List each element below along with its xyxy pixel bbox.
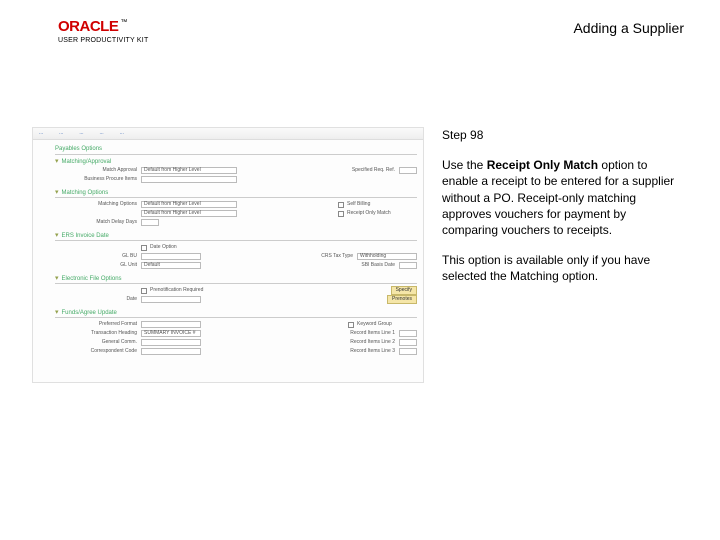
field-label: Prenotification Required [150, 288, 240, 293]
lookup[interactable] [399, 167, 417, 174]
instruction-paragraph: This option is available only if you hav… [442, 252, 684, 284]
dropdown[interactable]: Default [141, 262, 201, 269]
field-label: SBI Basis Date [339, 263, 399, 268]
checkbox[interactable] [338, 202, 344, 208]
dropdown[interactable] [141, 176, 237, 183]
dropdown[interactable]: Withholding [357, 253, 417, 260]
lookup[interactable] [399, 339, 417, 346]
tab-item: ... [120, 131, 124, 136]
checkbox[interactable] [141, 288, 147, 294]
logo: ORACLE ™ USER PRODUCTIVITY KIT [58, 18, 148, 44]
field-label: Preferred Format [55, 322, 141, 327]
section-title: Matching Options [62, 190, 109, 196]
input[interactable]: SUMMARY INVOICE # [141, 330, 201, 337]
field-label: GL BU [55, 254, 141, 259]
instruction-paragraph: Use the Receipt Only Match option to ena… [442, 157, 684, 238]
section-title: Matching/Approval [62, 159, 112, 165]
field-label: Match Approval [55, 168, 141, 173]
field-label: Transaction Heading [55, 331, 141, 336]
field-label: Self Billing [347, 202, 417, 207]
section-title: Payables Options [55, 146, 417, 152]
tab-item: ... [100, 131, 104, 136]
input[interactable] [141, 339, 201, 346]
field-label: Date [55, 297, 141, 302]
dropdown[interactable]: Default from Higher Level [141, 167, 237, 174]
field-label: Record Items Line 1 [339, 331, 399, 336]
app-tabs: ... ... ... ... ... [33, 128, 423, 140]
field-label: General Comm. [55, 340, 141, 345]
dropdown[interactable]: Default from Higher Level [141, 210, 237, 217]
text: Use the [442, 158, 487, 172]
logo-trademark: ™ [120, 19, 127, 26]
logo-subtitle: USER PRODUCTIVITY KIT [58, 37, 148, 44]
instruction-panel: Step 98 Use the Receipt Only Match optio… [442, 127, 684, 383]
section-title: Funds/Agree Update [62, 310, 117, 316]
tab-item: ... [79, 131, 83, 136]
input[interactable] [141, 296, 201, 303]
field-label: Keyword Group [357, 322, 417, 327]
checkbox[interactable] [141, 245, 147, 251]
lookup[interactable] [399, 330, 417, 337]
logo-text: ORACLE [58, 18, 118, 35]
form-body: Payables Options ▾Matching/Approval Matc… [33, 140, 423, 382]
field-label: Record Items Line 2 [339, 340, 399, 345]
page-title: Adding a Supplier [573, 20, 684, 36]
checkbox[interactable] [338, 211, 344, 217]
lookup[interactable] [399, 348, 417, 355]
checkbox[interactable] [348, 322, 354, 328]
dropdown[interactable]: Default from Higher Level [141, 201, 237, 208]
app-screenshot: ... ... ... ... ... Payables Options ▾Ma… [32, 127, 424, 383]
field-label: Date Option [150, 245, 177, 250]
step-label: Step 98 [442, 127, 684, 143]
field-label: Receipt Only Match [347, 211, 417, 216]
dropdown[interactable] [141, 253, 201, 260]
field-label: Matching Options [55, 202, 141, 207]
field-label: Record Items Line 3 [339, 349, 399, 354]
bold-term: Receipt Only Match [487, 158, 598, 172]
field-label: GL Unit [55, 263, 141, 268]
section-title: ERS Invoice Date [62, 233, 109, 239]
section-title: Electronic File Options [62, 276, 122, 282]
input[interactable] [141, 348, 201, 355]
field-label: Specified Req. Ref. [339, 168, 399, 173]
field-label: Match Delay Days [55, 220, 141, 225]
dropdown[interactable] [141, 321, 201, 328]
field-label: Business Procure Items [55, 177, 141, 182]
tab-item: ... [39, 131, 43, 136]
tab-item: ... [59, 131, 63, 136]
lookup[interactable] [399, 262, 417, 269]
specify-button[interactable]: Specify [391, 286, 417, 295]
field-label: Correspondent Code [55, 349, 141, 354]
field-label: CRS Tax Type [297, 254, 357, 259]
prenotes-button[interactable]: Prenotes [387, 295, 417, 304]
input[interactable] [141, 219, 159, 226]
